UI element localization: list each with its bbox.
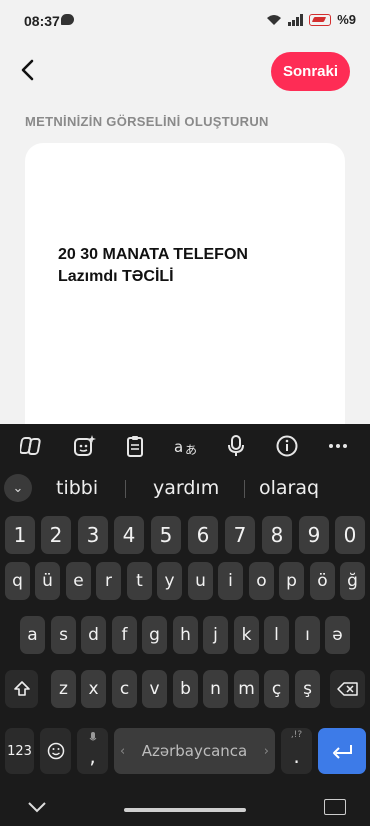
chevron-left-icon: ‹ xyxy=(120,743,126,759)
key-c[interactable]: c xyxy=(112,670,137,708)
key-q[interactable]: q xyxy=(5,562,30,600)
status-right: %9 xyxy=(266,12,356,27)
navigation-bar xyxy=(0,790,370,826)
key-t[interactable]: t xyxy=(127,562,152,600)
suggestion-divider xyxy=(125,480,126,498)
more-options-icon[interactable] xyxy=(326,434,350,458)
key-m[interactable]: m xyxy=(234,670,259,708)
keyboard-switch-icon[interactable] xyxy=(324,799,346,815)
enter-icon xyxy=(333,745,352,759)
key-z[interactable]: z xyxy=(51,670,76,708)
copilot-icon[interactable] xyxy=(20,434,44,458)
key-b[interactable]: b xyxy=(173,670,198,708)
key-0[interactable]: 0 xyxy=(335,516,365,554)
period-label: . xyxy=(293,744,300,768)
status-bar: 08:37 %9 xyxy=(0,0,370,40)
section-title: METNİNİZİN GÖRSELİNİ OLUŞTURUN xyxy=(25,114,269,129)
text-preview-card[interactable]: 20 30 MANATA TELEFON Lazımdı TƏCİLİ xyxy=(25,143,345,443)
key-1[interactable]: 1 xyxy=(5,516,35,554)
preview-line-2: Lazımdı TƏCİLİ xyxy=(58,268,174,285)
preview-text[interactable]: 20 30 MANATA TELEFON Lazımdı TƏCİLİ xyxy=(58,244,318,288)
key-i[interactable]: i xyxy=(218,562,243,600)
key-a[interactable]: a xyxy=(20,616,45,654)
key-d[interactable]: d xyxy=(81,616,106,654)
key-dotless-i[interactable]: ı xyxy=(295,616,320,654)
key-f[interactable]: f xyxy=(112,616,137,654)
key-2[interactable]: 2 xyxy=(41,516,71,554)
key-h[interactable]: h xyxy=(173,616,198,654)
keyboard: a あ ⌄ tibbi yardım olaraq 1 2 3 4 5 6 7 … xyxy=(0,424,370,826)
info-icon[interactable] xyxy=(275,434,299,458)
home-indicator[interactable] xyxy=(124,808,246,812)
key-s-cedilla[interactable]: ş xyxy=(295,670,320,708)
key-k[interactable]: k xyxy=(234,616,259,654)
backspace-key[interactable] xyxy=(330,670,365,708)
backspace-icon xyxy=(336,682,358,696)
key-g[interactable]: g xyxy=(142,616,167,654)
key-8[interactable]: 8 xyxy=(262,516,292,554)
preview-line-1: 20 30 MANATA TELEFON xyxy=(58,246,248,263)
emoji-key[interactable] xyxy=(40,728,71,774)
next-button[interactable]: Sonraki xyxy=(271,52,350,91)
suggestion-1[interactable]: tibbi xyxy=(56,477,98,499)
key-o-umlaut[interactable]: ö xyxy=(310,562,335,600)
key-3[interactable]: 3 xyxy=(78,516,108,554)
period-hint: ,!? xyxy=(290,730,303,740)
shift-key[interactable] xyxy=(5,670,38,708)
key-c-cedilla[interactable]: ç xyxy=(264,670,289,708)
period-key[interactable]: ,!? . xyxy=(281,728,312,774)
key-o[interactable]: o xyxy=(249,562,274,600)
key-j[interactable]: j xyxy=(203,616,228,654)
svg-text:a: a xyxy=(174,438,183,456)
mic-hint-icon xyxy=(89,732,96,741)
key-schwa[interactable]: ə xyxy=(325,616,350,654)
keyboard-toolbar: a あ xyxy=(0,424,370,468)
svg-text:あ: あ xyxy=(185,443,197,457)
microphone-icon[interactable] xyxy=(224,434,248,458)
comma-key[interactable]: , xyxy=(77,728,108,774)
key-r[interactable]: r xyxy=(96,562,121,600)
symbols-key[interactable]: 123 xyxy=(5,728,34,774)
key-l[interactable]: l xyxy=(264,616,289,654)
key-4[interactable]: 4 xyxy=(114,516,144,554)
suggestion-divider xyxy=(244,480,245,498)
back-arrow-icon[interactable] xyxy=(14,56,42,84)
emoji-icon xyxy=(47,742,64,760)
status-time: 08:37 xyxy=(24,13,60,29)
suggestion-2[interactable]: yardım xyxy=(153,477,219,499)
battery-percent: %9 xyxy=(337,12,356,27)
battery-icon xyxy=(309,13,332,26)
key-e[interactable]: e xyxy=(66,562,91,600)
key-v[interactable]: v xyxy=(142,670,167,708)
chevron-down-icon[interactable]: ⌄ xyxy=(4,474,32,502)
wifi-icon xyxy=(267,14,282,25)
key-y[interactable]: y xyxy=(157,562,182,600)
key-g-breve[interactable]: ğ xyxy=(340,562,365,600)
shift-icon xyxy=(13,681,30,696)
chevron-right-icon: › xyxy=(263,743,269,759)
key-u[interactable]: u xyxy=(188,562,213,600)
enter-key[interactable] xyxy=(318,728,366,774)
key-7[interactable]: 7 xyxy=(225,516,255,554)
suggestion-bar: ⌄ tibbi yardım olaraq xyxy=(0,472,370,506)
key-p[interactable]: p xyxy=(279,562,304,600)
space-label: Azərbaycanca xyxy=(141,742,248,760)
key-u-umlaut[interactable]: ü xyxy=(35,562,60,600)
translate-icon[interactable]: a あ xyxy=(173,434,199,458)
key-5[interactable]: 5 xyxy=(151,516,181,554)
clipboard-icon[interactable] xyxy=(123,434,147,458)
chat-notification-icon xyxy=(61,14,74,25)
key-x[interactable]: x xyxy=(81,670,106,708)
comma-label: , xyxy=(89,744,96,768)
space-key[interactable]: ‹ Azərbaycanca › xyxy=(114,728,275,774)
key-9[interactable]: 9 xyxy=(299,516,329,554)
key-6[interactable]: 6 xyxy=(188,516,218,554)
key-n[interactable]: n xyxy=(203,670,228,708)
sticker-icon[interactable] xyxy=(72,434,96,458)
signal-icon xyxy=(288,13,304,26)
hide-keyboard-icon[interactable] xyxy=(26,797,48,817)
key-s[interactable]: s xyxy=(51,616,76,654)
suggestion-3[interactable]: olaraq xyxy=(259,477,319,499)
